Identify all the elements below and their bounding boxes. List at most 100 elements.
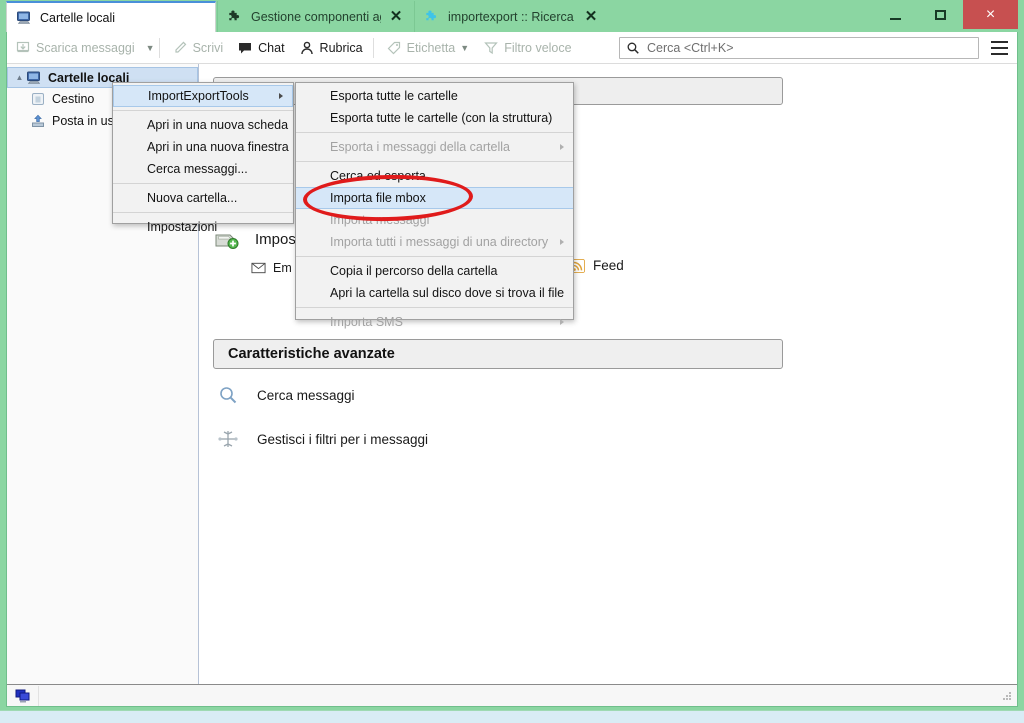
tag-button[interactable]: Etichetta ▼ — [380, 35, 476, 61]
menu-item-label: Importa tutti i messaggi di una director… — [330, 235, 549, 249]
close-button[interactable]: × — [963, 0, 1018, 29]
advanced-item-search-messages[interactable]: Cerca messaggi — [213, 385, 355, 405]
window-controls: × — [873, 0, 1018, 31]
menu-separator — [113, 110, 293, 111]
menu-item-import-messages: Importa messaggi — [296, 209, 573, 231]
menu-item-new-folder[interactable]: Nuova cartella... — [113, 187, 293, 209]
menu-item-export-all-folders-with-structure[interactable]: Esporta tutte le cartelle (con la strutt… — [296, 107, 573, 129]
menu-item-export-all-folders[interactable]: Esporta tutte le cartelle — [296, 85, 573, 107]
menu-item-label: Copia il percorso della cartella — [330, 264, 498, 278]
maximize-button[interactable] — [918, 0, 963, 29]
addons-puzzle-blue-icon — [426, 10, 437, 20]
tab-gestione-componenti[interactable]: Gestione componenti aggiu ✕ — [217, 1, 413, 32]
menu-item-label: Apri in una nuova scheda — [147, 118, 289, 132]
quick-filter-button[interactable]: Filtro veloce — [477, 35, 577, 61]
write-button[interactable]: Scrivi — [166, 35, 230, 61]
menu-item-copy-folder-path[interactable]: Copia il percorso della cartella — [296, 260, 573, 282]
advanced-item-message-filters[interactable]: Gestisci i filtri per i messaggi — [213, 430, 428, 448]
tab-importexport-ricerca[interactable]: importexport :: Ricerca :: Co ✕ — [414, 1, 616, 32]
advanced-features-title: Caratteristiche avanzate — [228, 346, 395, 362]
menu-item-label: Nuova cartella... — [147, 191, 238, 205]
tag-dropdown-icon[interactable]: ▼ — [460, 43, 469, 53]
outbox-icon — [32, 114, 44, 127]
minimize-icon — [890, 17, 901, 20]
address-book-label: Rubrica — [319, 40, 363, 55]
hamburger-line — [990, 40, 1008, 43]
tab-label: Gestione componenti aggiu — [251, 9, 381, 24]
menu-item-open-folder-on-disk[interactable]: Apri la cartella sul disco dove si trova… — [296, 282, 573, 304]
menu-item-label: Esporta tutte le cartelle — [330, 89, 458, 103]
chat-bubble-icon — [239, 42, 252, 53]
tab-cartelle-locali[interactable]: Cartelle locali — [6, 1, 216, 32]
addons-puzzle-icon — [229, 10, 240, 20]
menu-item-label: Apri in una nuova finestra — [147, 140, 289, 154]
quick-filter-label: Filtro veloce — [504, 40, 572, 55]
menu-item-label: Cerca ed esporta — [330, 169, 426, 183]
menu-item-open-in-new-tab[interactable]: Apri in una nuova scheda — [113, 114, 293, 136]
funnel-icon — [484, 41, 498, 54]
menu-item-label: Impostazioni — [147, 220, 218, 234]
chat-label: Chat — [258, 40, 285, 55]
menu-item-import-mbox-file[interactable]: Importa file mbox — [296, 187, 573, 209]
resize-grip-icon[interactable] — [1001, 690, 1013, 702]
menu-item-search-messages[interactable]: Cerca messaggi... — [113, 158, 293, 180]
app-menu-button[interactable] — [985, 36, 1013, 60]
menu-item-settings[interactable]: Impostazioni — [113, 216, 293, 238]
menu-item-export-folder-messages: Esporta i messaggi della cartella — [296, 136, 573, 158]
menu-item-label: ImportExportTools — [148, 89, 249, 103]
menu-item-label: Esporta tutte le cartelle (con la strutt… — [330, 111, 553, 125]
setup-email-label: Em — [273, 261, 292, 275]
setup-feed-row[interactable]: Feed — [571, 258, 624, 273]
main-toolbar: Scarica messaggi ▼ Scrivi Chat Rubrica E… — [7, 32, 1017, 64]
trash-icon — [32, 93, 44, 105]
write-label: Scrivi — [192, 40, 224, 55]
minimize-button[interactable] — [873, 0, 918, 29]
search-input[interactable]: Cerca <Ctrl+K> — [619, 36, 979, 59]
submenu-arrow-icon — [560, 319, 564, 325]
feed-label: Feed — [593, 258, 624, 273]
address-book-icon — [300, 41, 313, 54]
tab-label: importexport :: Ricerca :: Co — [448, 9, 576, 24]
window-bottom-edge — [0, 710, 1024, 723]
menu-item-import-all-messages-from-directory: Importa tutti i messaggi di una director… — [296, 231, 573, 253]
submenu-arrow-icon — [560, 144, 564, 150]
maximize-icon — [935, 9, 946, 20]
tag-label: Etichetta — [406, 40, 456, 55]
folder-context-menu: ImportExportTools Apri in una nuova sche… — [112, 82, 294, 234]
status-message-field — [38, 685, 1001, 706]
local-folders-icon — [17, 11, 31, 24]
magnifier-icon — [213, 385, 243, 405]
menu-item-label: Cerca messaggi... — [147, 162, 248, 176]
hamburger-line — [990, 46, 1008, 49]
tab-close-icon[interactable]: ✕ — [584, 9, 598, 24]
submenu-arrow-icon — [279, 93, 283, 99]
search-placeholder: Cerca <Ctrl+K> — [647, 40, 734, 55]
menu-item-open-in-new-window[interactable]: Apri in una nuova finestra — [113, 136, 293, 158]
menu-item-label: Apri la cartella sul disco dove si trova… — [330, 286, 565, 300]
menu-item-importexporttools[interactable]: ImportExportTools — [113, 85, 293, 107]
chat-button[interactable]: Chat — [231, 35, 290, 61]
get-messages-label: Scarica messaggi — [36, 40, 135, 55]
menu-separator — [296, 132, 573, 133]
twisty-icon[interactable]: ▲ — [14, 73, 25, 82]
menu-item-import-sms: Importa SMS — [296, 311, 573, 333]
filters-icon — [213, 430, 243, 448]
tab-strip: Cartelle locali Gestione componenti aggi… — [6, 0, 1018, 32]
get-messages-button[interactable]: Scarica messaggi — [9, 35, 141, 61]
menu-separator — [113, 212, 293, 213]
tab-close-icon[interactable]: ✕ — [389, 9, 403, 24]
offline-status-icon[interactable] — [14, 688, 32, 704]
address-book-button[interactable]: Rubrica — [293, 35, 369, 61]
setup-email-row[interactable]: Em — [251, 261, 292, 275]
tab-label: Cartelle locali — [40, 10, 116, 25]
get-messages-dropdown-icon[interactable]: ▼ — [146, 43, 155, 53]
menu-separator — [296, 161, 573, 162]
menu-item-label: Importa messaggi — [330, 213, 430, 227]
hamburger-line — [990, 52, 1008, 55]
envelope-icon — [251, 262, 266, 274]
menu-item-search-and-export[interactable]: Cerca ed esporta — [296, 165, 573, 187]
download-messages-icon — [16, 41, 30, 52]
importexporttools-submenu: Esporta tutte le cartelle Esporta tutte … — [295, 82, 574, 329]
pencil-icon — [174, 41, 186, 53]
advanced-features-header: Caratteristiche avanzate — [213, 339, 783, 369]
